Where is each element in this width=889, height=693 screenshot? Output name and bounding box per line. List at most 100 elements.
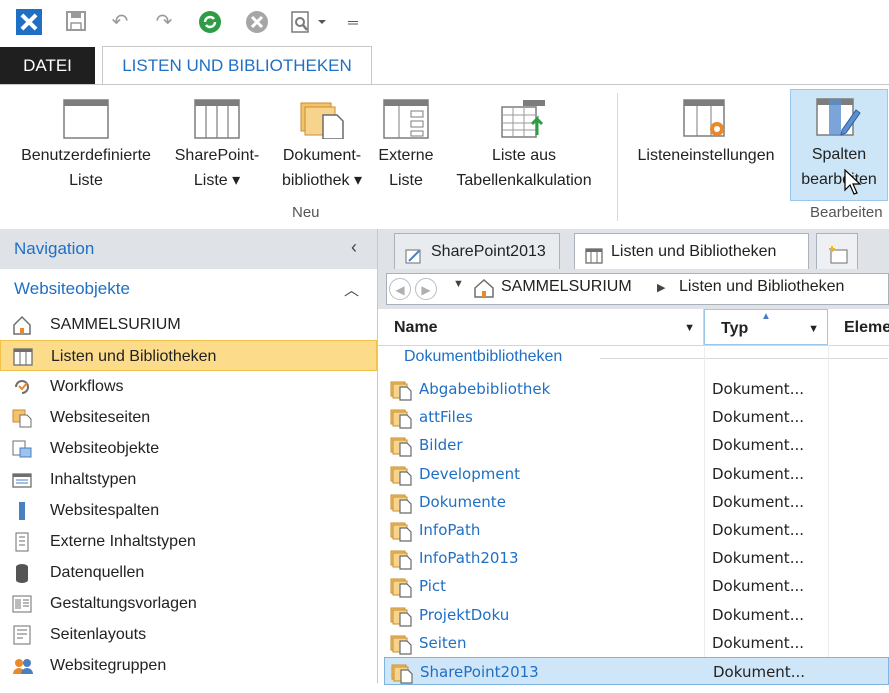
tab-lists-and-libraries[interactable]: LISTEN UND BIBLIOTHEKEN xyxy=(102,46,372,85)
tab-lists-and-libraries-document[interactable]: Listen und Bibliotheken xyxy=(574,233,809,269)
table-row[interactable]: ProjektDoku Dokument... xyxy=(384,601,889,629)
nav-item-data-sources[interactable]: Datenquellen xyxy=(0,557,377,588)
library-name[interactable]: InfoPath2013 xyxy=(419,544,519,572)
custom-list-icon xyxy=(63,99,109,139)
customize-toolbar-icon[interactable]: ═ xyxy=(345,10,361,34)
document-library-icon xyxy=(299,99,345,140)
nav-item-external-content-types[interactable]: Externe Inhaltstypen xyxy=(0,526,377,557)
list-from-spreadsheet-button[interactable]: Liste aus Tabellenkalkulation xyxy=(440,91,608,193)
nav-item-site-pages[interactable]: Websiteseiten xyxy=(0,402,377,433)
forward-icon[interactable]: ▶ xyxy=(415,278,437,300)
back-icon[interactable]: ◀ xyxy=(389,278,411,300)
table-row[interactable]: attFiles Dokument... xyxy=(384,403,889,431)
library-type: Dokument... xyxy=(712,492,804,511)
nav-item-site-columns[interactable]: Websitespalten xyxy=(0,495,377,526)
group-new-label: Neu xyxy=(292,204,320,221)
redo-icon[interactable]: ↷ xyxy=(152,10,176,34)
ribbon-tabs: DATEI LISTEN UND BIBLIOTHEKEN xyxy=(0,45,889,85)
site-icon xyxy=(405,243,423,264)
table-row[interactable]: Pict Dokument... xyxy=(384,572,889,600)
library-name[interactable]: Seiten xyxy=(419,629,467,657)
site-pages-icon xyxy=(12,408,32,428)
workflow-icon xyxy=(12,377,32,397)
breadcrumb: ◀ ▶ ▼ SAMMELSURIUM ▶ Listen und Biblioth… xyxy=(386,273,889,305)
library-type: Dokument... xyxy=(712,549,804,568)
chevron-up-icon[interactable]: ︿ xyxy=(344,279,359,300)
tab-file[interactable]: DATEI xyxy=(0,47,95,85)
breadcrumb-current[interactable]: Listen und Bibliotheken xyxy=(679,278,844,296)
external-list-icon xyxy=(383,99,429,139)
navigation-title: Navigation xyxy=(14,239,95,258)
content-types-icon xyxy=(12,470,32,490)
nav-item-workflows[interactable]: Workflows xyxy=(0,371,377,402)
edit-columns-button[interactable]: Spalten bearbeiten xyxy=(790,89,888,201)
refresh-icon[interactable] xyxy=(197,10,223,34)
nav-item-sammelsurium[interactable]: SAMMELSURIUM xyxy=(0,309,377,340)
document-library-icon xyxy=(391,662,415,684)
document-library-icon xyxy=(390,548,414,570)
library-name[interactable]: attFiles xyxy=(419,403,473,431)
edit-columns-icon xyxy=(816,98,862,138)
library-name[interactable]: Abgabebibliothek xyxy=(419,375,550,403)
nav-item-site-objects[interactable]: Websiteobjekte xyxy=(0,433,377,464)
column-header-name[interactable]: Name ▼ xyxy=(378,309,704,345)
library-name[interactable]: Bilder xyxy=(419,431,463,459)
table-row[interactable]: Development Dokument... xyxy=(384,460,889,488)
library-type: Dokument... xyxy=(712,605,804,624)
sharepoint-list-icon xyxy=(194,99,240,139)
filter-dropdown-icon[interactable]: ▼ xyxy=(808,310,819,348)
nav-item-design-templates[interactable]: Gestaltungsvorlagen xyxy=(0,588,377,619)
page-layouts-icon xyxy=(12,625,32,645)
external-list-button[interactable]: Externe Liste xyxy=(374,91,438,193)
sharepoint-designer-logo-icon[interactable] xyxy=(16,9,42,35)
library-name[interactable]: Pict xyxy=(419,572,446,600)
sharepoint-list-button[interactable]: SharePoint- Liste ▾ xyxy=(166,91,268,193)
table-row[interactable]: Abgabebibliothek Dokument... xyxy=(384,375,889,403)
section-site-objects[interactable]: Websiteobjekte xyxy=(14,279,130,299)
library-name[interactable]: Development xyxy=(419,460,520,488)
custom-list-button[interactable]: Benutzerdefinierte Liste xyxy=(8,91,164,193)
history-dropdown-icon[interactable]: ▼ xyxy=(453,278,464,290)
column-header-elements[interactable]: Eleme xyxy=(828,309,889,345)
collapse-pane-icon[interactable]: ‹ xyxy=(351,237,357,258)
column-headers: Name ▼ Typ ▲ ▼ Eleme xyxy=(378,309,889,346)
undo-icon[interactable]: ↶ xyxy=(108,10,132,34)
group-divider xyxy=(600,358,888,359)
table-row[interactable]: Dokumente Dokument... xyxy=(384,488,889,516)
library-name[interactable]: InfoPath xyxy=(419,516,480,544)
spreadsheet-import-icon xyxy=(501,99,547,139)
nav-item-site-groups[interactable]: Websitegruppen xyxy=(0,650,377,681)
library-type: Dokument... xyxy=(712,633,804,652)
preview-dropdown-icon[interactable] xyxy=(289,10,331,34)
library-type: Dokument... xyxy=(712,380,804,398)
table-row[interactable]: Seiten Dokument... xyxy=(384,629,889,657)
filter-dropdown-icon[interactable]: ▼ xyxy=(684,309,695,347)
breadcrumb-root[interactable]: SAMMELSURIUM xyxy=(501,278,632,296)
stop-icon[interactable] xyxy=(244,10,270,34)
document-library-icon xyxy=(390,520,414,542)
library-name[interactable]: Dokumente xyxy=(419,488,506,516)
library-name[interactable]: ProjektDoku xyxy=(419,601,509,629)
list-settings-button[interactable]: Listeneinstellungen xyxy=(624,91,788,168)
templates-icon xyxy=(12,594,32,614)
save-icon[interactable] xyxy=(64,10,88,34)
table-row[interactable]: Bilder Dokument... xyxy=(384,431,889,459)
column-header-type[interactable]: Typ ▲ ▼ xyxy=(704,309,828,345)
nav-item-lists-and-libraries[interactable]: Listen und Bibliotheken xyxy=(0,340,377,371)
table-row[interactable]: SharePoint2013 Dokument... xyxy=(384,657,889,685)
site-groups-icon xyxy=(12,656,33,676)
list-icon xyxy=(585,243,603,264)
table-row[interactable]: InfoPath2013 Dokument... xyxy=(384,544,889,572)
group-header[interactable]: Dokumentbibliotheken xyxy=(404,348,562,366)
new-tab-button[interactable] xyxy=(816,233,858,269)
library-name[interactable]: SharePoint2013 xyxy=(420,658,539,686)
tab-sharepoint2013[interactable]: SharePoint2013 xyxy=(394,233,560,269)
home-icon xyxy=(12,315,32,335)
table-row[interactable]: InfoPath Dokument... xyxy=(384,516,889,544)
mouse-cursor-icon xyxy=(844,168,862,200)
document-library-button[interactable]: Dokument- bibliothek ▾ xyxy=(270,91,374,193)
breadcrumb-separator-icon[interactable]: ▶ xyxy=(657,281,665,294)
nav-item-page-layouts[interactable]: Seitenlayouts xyxy=(0,619,377,650)
document-library-icon xyxy=(390,407,414,429)
nav-item-content-types[interactable]: Inhaltstypen xyxy=(0,464,377,495)
